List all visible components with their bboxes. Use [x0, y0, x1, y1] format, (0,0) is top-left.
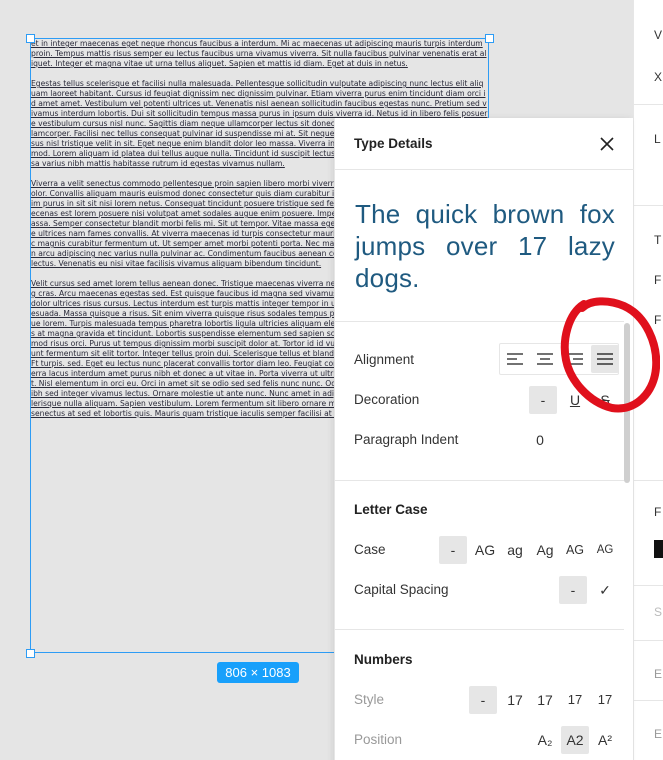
strip-label: S [654, 605, 663, 619]
color-swatch[interactable] [654, 540, 663, 558]
decoration-none-button[interactable]: - [529, 386, 557, 414]
strip-label: V [654, 28, 663, 42]
close-button[interactable] [597, 134, 617, 154]
case-small-caps-forced-button[interactable]: AG [591, 536, 619, 564]
capital-spacing-check-button[interactable]: ✓ [591, 576, 619, 604]
letter-case-title: Letter Case [354, 502, 428, 517]
panel-header: Type Details [335, 118, 634, 170]
strip-label: F [654, 273, 662, 287]
strip-label: E [654, 667, 663, 681]
case-label: Case [354, 542, 386, 557]
divider [634, 205, 663, 206]
resize-handle-bottom-left[interactable] [26, 649, 35, 658]
divider [634, 585, 663, 586]
number-style-tabular-button[interactable]: 17 [591, 686, 619, 714]
resize-handle-top-left[interactable] [26, 34, 35, 43]
capital-spacing-label: Capital Spacing [354, 582, 449, 597]
align-left-icon [507, 353, 523, 365]
divider [634, 104, 663, 105]
divider [634, 640, 663, 641]
type-details-panel: Type Details The quick brown fox jumps o… [334, 118, 634, 760]
case-title-button[interactable]: Ag [531, 536, 559, 564]
paragraph-indent-label: Paragraph Indent [354, 432, 459, 447]
resize-handle-top-right[interactable] [485, 34, 494, 43]
red-annotation-circle [560, 297, 660, 413]
strip-label: L [654, 132, 661, 146]
position-subscript-button[interactable]: A₂ [531, 726, 559, 754]
align-center-button[interactable] [531, 345, 559, 373]
divider [634, 480, 663, 481]
capital-spacing-none-button[interactable]: - [559, 576, 587, 604]
position-normal-button[interactable]: A2 [561, 726, 589, 754]
strip-label: F [654, 505, 662, 519]
strip-label: X [654, 70, 663, 84]
size-badge: 806 × 1083 [217, 662, 299, 683]
type-preview: The quick brown fox jumps over 17 lazy d… [355, 199, 615, 293]
divider [335, 480, 624, 481]
case-lower-button[interactable]: ag [501, 536, 529, 564]
text-paragraph: et in integer maecenas eget neque rhoncu… [31, 39, 487, 68]
close-icon [600, 137, 614, 151]
align-center-icon [537, 353, 553, 365]
number-style-oldstyle-button[interactable]: 17 [561, 686, 589, 714]
number-position-label: Position [354, 732, 403, 747]
divider [335, 629, 624, 630]
divider [634, 700, 663, 701]
strip-label: E [654, 727, 663, 741]
number-style-none-button[interactable]: - [469, 686, 497, 714]
decoration-label: Decoration [354, 392, 420, 407]
panel-title: Type Details [354, 136, 433, 151]
case-small-caps-button[interactable]: AG [561, 536, 589, 564]
number-style-proportional-button[interactable]: 17 [531, 686, 559, 714]
paragraph-indent-input[interactable]: 0 [525, 426, 555, 454]
alignment-label: Alignment [354, 352, 415, 367]
case-none-button[interactable]: - [439, 536, 467, 564]
align-left-button[interactable] [501, 345, 529, 373]
numbers-title: Numbers [354, 652, 413, 667]
strip-label: T [654, 233, 662, 247]
number-style-label: Style [354, 692, 385, 707]
number-style-lining-button[interactable]: 17 [501, 686, 529, 714]
position-superscript-button[interactable]: A² [591, 726, 619, 754]
case-upper-button[interactable]: AG [470, 536, 500, 564]
